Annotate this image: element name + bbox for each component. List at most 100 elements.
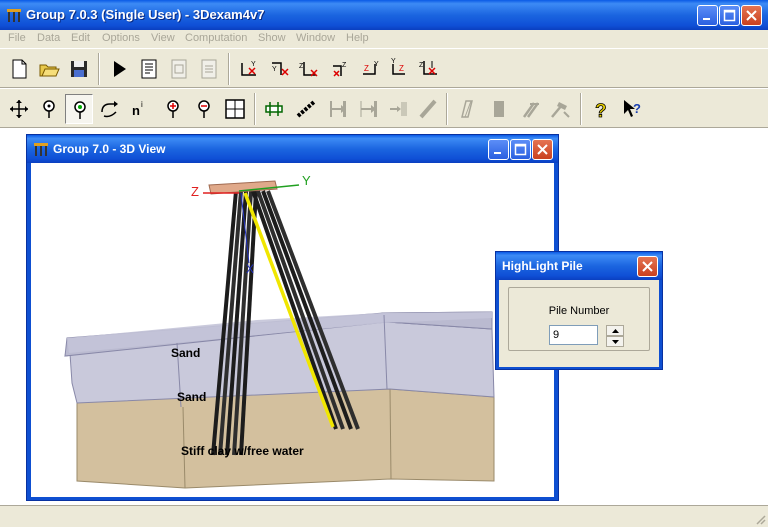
disabled-hammer-button[interactable]: [546, 94, 574, 124]
disabled-slash-button[interactable]: [414, 94, 442, 124]
save-disk-icon: [71, 61, 87, 77]
pile-cap-button[interactable]: [260, 94, 288, 124]
rotate-button[interactable]: [95, 94, 123, 124]
disabled-slash-icon: [419, 99, 437, 119]
disabled-pile-button[interactable]: [516, 94, 544, 124]
dialog-title: HighLight Pile: [502, 259, 583, 273]
layer-label-clay: Stiff clay w/free water: [181, 444, 304, 458]
grid-view-button[interactable]: [221, 94, 249, 124]
axis-label-z: Z: [191, 184, 199, 199]
pile-number-button[interactable]: ni: [125, 94, 153, 124]
spin-up-button[interactable]: [606, 325, 624, 336]
report-page-icon: [141, 59, 157, 79]
pin-button[interactable]: [35, 94, 63, 124]
pin-highlight-button[interactable]: [65, 94, 93, 124]
move-arrows-icon: [10, 100, 28, 118]
disabled-page-2-icon: [201, 59, 217, 79]
toolbar-separator: [98, 53, 100, 85]
view-xz-button[interactable]: Z: [326, 54, 354, 84]
layer-label-sand-lower: Sand: [177, 390, 206, 404]
view-yx-button[interactable]: Y: [266, 54, 294, 84]
disabled-bar-button[interactable]: [324, 94, 352, 124]
svg-text:?: ?: [633, 101, 641, 116]
axis-label-x: X: [246, 262, 254, 276]
menu-computation[interactable]: Computation: [185, 32, 247, 44]
minimize-button[interactable]: [697, 5, 718, 26]
layer-label-sand-upper: Sand: [171, 346, 200, 360]
move-button[interactable]: [5, 94, 33, 124]
dialog-title-bar[interactable]: HighLight Pile: [496, 252, 662, 280]
spin-down-button[interactable]: [606, 336, 624, 347]
menu-data[interactable]: Data: [37, 32, 60, 44]
pin-plus-icon: [167, 100, 179, 118]
context-help-button[interactable]: ?: [619, 94, 647, 124]
menu-show[interactable]: Show: [258, 32, 286, 44]
view-zy-button[interactable]: ZY: [356, 54, 384, 84]
maximize-button[interactable]: [719, 5, 740, 26]
main-toolbar: Y Y Z Z ZY ZY Z: [0, 48, 768, 88]
child-maximize-button[interactable]: [510, 139, 531, 160]
report-button[interactable]: [135, 54, 163, 84]
3d-view-title: Group 7.0 - 3D View: [53, 142, 166, 156]
resize-grip-icon[interactable]: [754, 513, 766, 525]
view-xy-icon: Y: [241, 61, 256, 76]
menu-view[interactable]: View: [151, 32, 175, 44]
disabled-hammer-icon: [551, 102, 570, 118]
chain-icon: [296, 100, 316, 118]
disabled-dots-button[interactable]: [384, 94, 412, 124]
close-button[interactable]: [741, 5, 762, 26]
pin-plus-button[interactable]: [159, 94, 187, 124]
run-button[interactable]: [105, 54, 133, 84]
disabled-deflect-icon: [461, 100, 473, 118]
disabled-page-button[interactable]: [165, 54, 193, 84]
menu-file[interactable]: File: [8, 32, 26, 44]
pile-number-label: Pile Number: [548, 305, 610, 317]
3d-scene-drawing: Z Y X Sand Sand Stiff clay w/free water: [64, 173, 495, 489]
run-play-icon: [114, 61, 126, 77]
help-button[interactable]: ?: [587, 94, 615, 124]
svg-text:i: i: [141, 100, 143, 109]
svg-text:Z: Z: [364, 64, 369, 73]
disabled-deflect-button[interactable]: [453, 94, 481, 124]
svg-text:Y: Y: [272, 66, 277, 73]
context-help-icon: ?: [624, 100, 641, 117]
toolbar-separator: [254, 93, 256, 125]
menu-window[interactable]: Window: [296, 32, 335, 44]
dialog-body: Pile Number: [499, 280, 659, 367]
menu-options[interactable]: Options: [102, 32, 140, 44]
highlight-pile-dialog[interactable]: HighLight Pile Pile Number: [495, 251, 663, 370]
3d-view-window[interactable]: Group 7.0 - 3D View Z Y X Sand Sand Stif…: [26, 134, 559, 501]
pin-minus-button[interactable]: [190, 94, 218, 124]
view-yz-button[interactable]: ZY: [386, 54, 414, 84]
disabled-bar-2-button[interactable]: [354, 94, 382, 124]
svg-text:Z: Z: [342, 62, 347, 69]
pile-number-group: Pile Number: [508, 287, 650, 351]
view-xy-button[interactable]: Y: [236, 54, 264, 84]
view-yx-icon: Y: [272, 62, 289, 76]
child-minimize-button[interactable]: [488, 139, 509, 160]
child-close-button[interactable]: [532, 139, 553, 160]
disabled-block-button[interactable]: [485, 94, 513, 124]
pile-number-input[interactable]: [549, 325, 598, 345]
3d-view-title-bar[interactable]: Group 7.0 - 3D View: [27, 135, 558, 163]
save-button[interactable]: [65, 54, 93, 84]
menu-help[interactable]: Help: [346, 32, 369, 44]
svg-text:Z: Z: [419, 62, 424, 69]
view-zx-button[interactable]: Z: [296, 54, 324, 84]
chevron-down-icon: [612, 340, 619, 344]
disabled-page-2-button[interactable]: [195, 54, 223, 84]
open-button[interactable]: [35, 54, 63, 84]
svg-text:Y: Y: [391, 58, 396, 65]
new-file-button[interactable]: [5, 54, 33, 84]
disabled-page-icon: [171, 59, 187, 79]
disabled-bar-2-icon: [360, 101, 377, 117]
group-app-icon: [7, 9, 21, 22]
chain-button[interactable]: [292, 94, 320, 124]
group-app-icon: [34, 143, 48, 156]
minimize-icon: [703, 18, 710, 20]
menu-edit[interactable]: Edit: [71, 32, 90, 44]
dialog-close-button[interactable]: [637, 256, 658, 277]
view-zxy-button[interactable]: Z: [416, 54, 444, 84]
3d-scene-viewport[interactable]: Z Y X Sand Sand Stiff clay w/free water: [31, 163, 554, 497]
pin-icon: [43, 100, 55, 118]
